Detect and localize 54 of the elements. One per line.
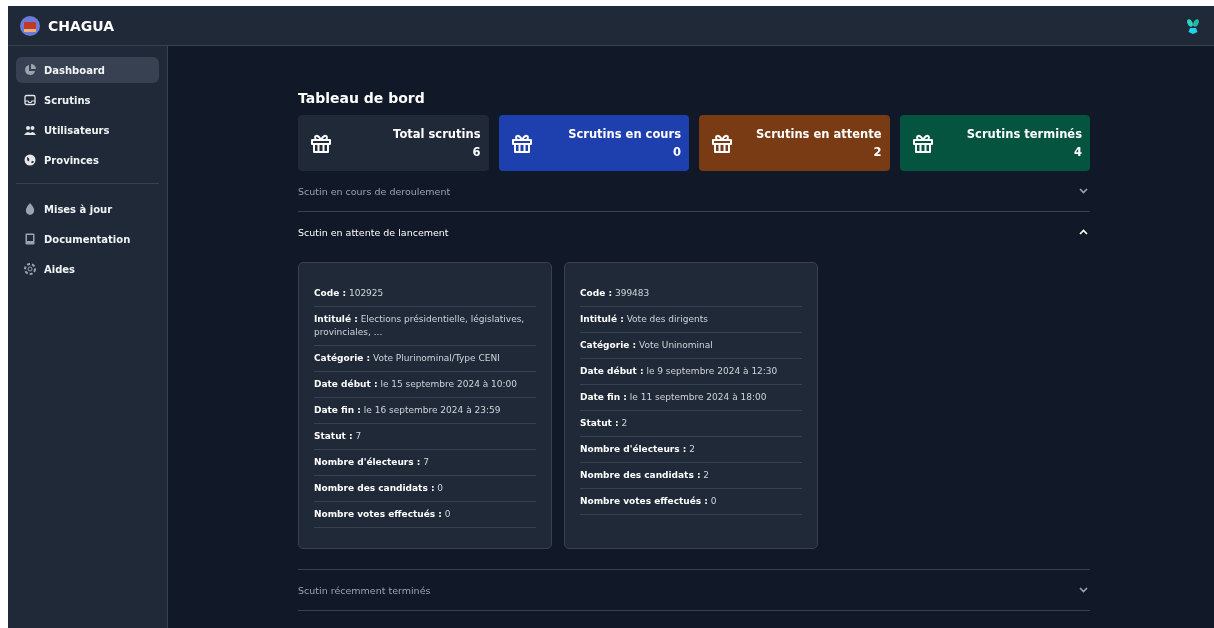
stat-value: 2 [873, 145, 882, 159]
nav-item[interactable]: Dashboard [16, 57, 159, 83]
nav-item[interactable]: Documentation [16, 226, 159, 252]
globe-icon [24, 154, 36, 166]
field-text: Nombre des candidats : 2 [580, 463, 802, 489]
chevron-down-icon [1079, 587, 1088, 593]
stat-value: 6 [472, 145, 481, 159]
field-text: Date fin : le 16 septembre 2024 à 23:59 [314, 398, 536, 424]
nav-item[interactable]: Aides [16, 256, 159, 282]
stat-label: Scrutins en cours [568, 127, 681, 141]
flame-icon [24, 203, 36, 215]
accordion-header[interactable]: Scutin récemment terminés [298, 570, 1090, 610]
field-text: Catégorie : Vote Plurinominal/Type CENI [314, 346, 536, 372]
field-text: Intitulé : Vote des dirigents [580, 307, 802, 333]
field-text: Date fin : le 11 septembre 2024 à 18:00 [580, 385, 802, 411]
field-text: Nombre des candidats : 0 [314, 476, 536, 502]
gift-icon [711, 132, 733, 154]
field-text: Code : 102925 [314, 281, 536, 307]
logo-icon [20, 15, 40, 36]
gift-icon [310, 132, 332, 154]
field-text: Catégorie : Vote Uninominal [580, 333, 802, 359]
field-text: Date début : le 15 septembre 2024 à 10:00 [314, 372, 536, 398]
field-text: Statut : 2 [580, 411, 802, 437]
nav-item[interactable]: Mises à jour [16, 196, 159, 222]
gift-icon [510, 132, 533, 154]
stat-label: Total scrutins [393, 127, 481, 141]
chevron-down-icon [1079, 188, 1088, 194]
users-icon [24, 124, 36, 136]
pie-chart-icon [24, 64, 36, 76]
field-text: Code : 399483 [580, 281, 802, 307]
field-text: Date début : le 9 septembre 2024 à 12:30 [580, 359, 802, 385]
book-icon [24, 233, 36, 245]
field-text: Nombre votes effectués : 0 [314, 502, 536, 528]
stat-label: Scrutins en attente [756, 127, 882, 141]
gift-icon [911, 132, 934, 154]
field-text: Intitulé : Elections présidentielle, législatives, provinciales, ... [314, 307, 536, 346]
stat-value: 4 [1074, 145, 1082, 159]
stat-value: 0 [673, 145, 681, 159]
inbox-icon [24, 94, 36, 106]
flower-icon[interactable] [1186, 17, 1200, 34]
field-text: Nombre d'électeurs : 7 [314, 450, 536, 476]
accordion-header[interactable]: Scutin en cours de deroulement [298, 171, 1090, 211]
page-title: Tableau de bord [298, 90, 426, 106]
app-name: CHAGUA [48, 17, 115, 34]
nav-item[interactable]: Provinces [16, 147, 159, 173]
stat-label: Scrutins terminés [966, 127, 1082, 141]
field-text: Statut : 7 [314, 424, 536, 450]
chevron-up-icon [1079, 229, 1088, 235]
nav-item[interactable]: Scrutins [16, 87, 159, 113]
accordion-header[interactable]: Scutin en attente de lancement [298, 212, 1090, 252]
lifebuoy-icon [24, 263, 36, 275]
field-text: Nombre votes effectués : 0 [580, 489, 802, 515]
field-text: Nombre d'électeurs : 2 [580, 437, 802, 463]
nav-item[interactable]: Utilisateurs [16, 117, 159, 143]
